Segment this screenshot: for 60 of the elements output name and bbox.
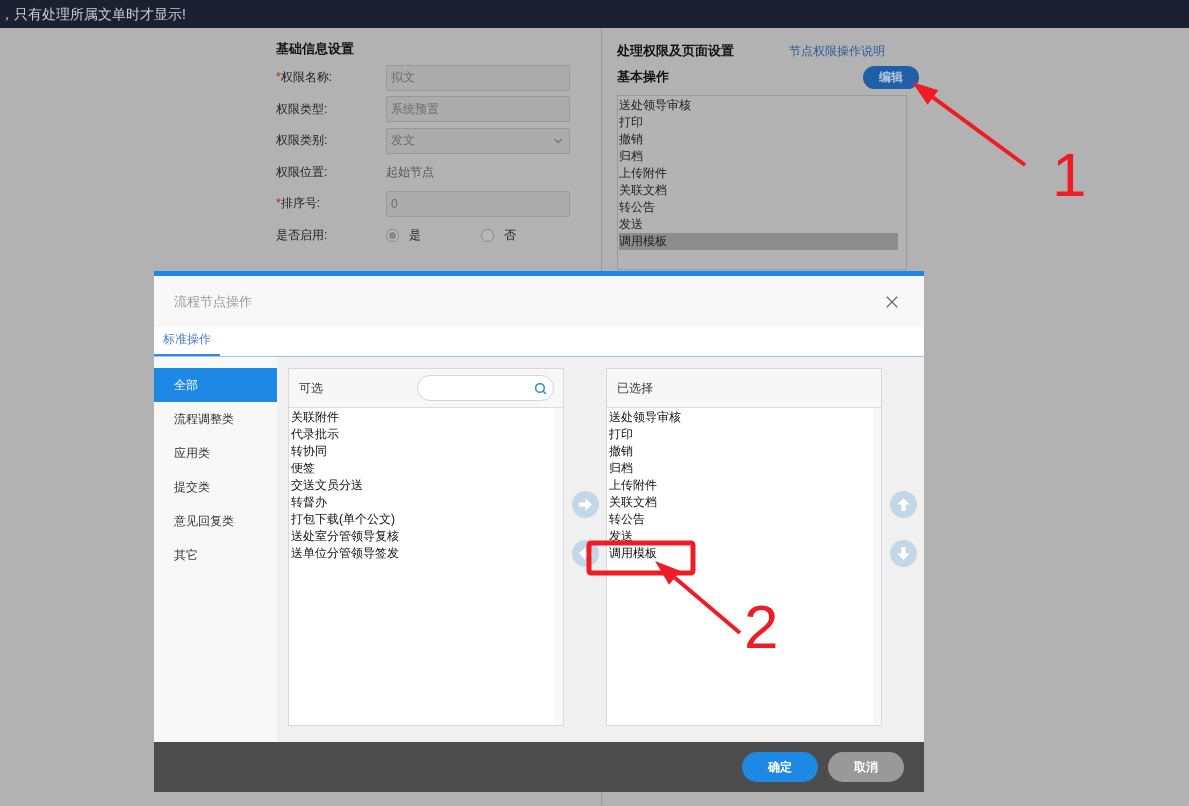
category-item[interactable]: 全部: [154, 368, 277, 402]
list-item[interactable]: 打印: [619, 114, 898, 131]
section-heading: 基础信息设置: [276, 40, 355, 58]
panel-title: 已选择: [617, 379, 653, 397]
list-item[interactable]: 送单位分管领导签发: [289, 545, 555, 562]
annotation-number: 1: [1052, 140, 1087, 209]
field-label: 权限位置:: [276, 163, 329, 181]
list-item[interactable]: 转公告: [607, 511, 873, 528]
radio-option[interactable]: 否: [481, 226, 516, 244]
search-icon: [534, 381, 547, 395]
radio-option[interactable]: 是: [386, 226, 421, 244]
category-item[interactable]: 提交类: [154, 470, 277, 504]
search-field[interactable]: [417, 375, 554, 401]
list-item[interactable]: 代录批示: [289, 426, 555, 443]
dialog-title: 流程节点操作: [174, 292, 252, 311]
category-item[interactable]: 流程调整类: [154, 402, 277, 436]
arrow-up-icon: [894, 496, 912, 513]
arrow-right-icon: [576, 496, 594, 513]
category-item[interactable]: 应用类: [154, 436, 277, 470]
list-item[interactable]: 归档: [607, 460, 873, 477]
field-label: 是否启用:: [276, 226, 329, 244]
list-item[interactable]: 便签: [289, 460, 555, 477]
list-item[interactable]: 关联文档: [607, 494, 873, 511]
list-item[interactable]: 转协同: [289, 443, 555, 460]
field-label: 权限类型:: [276, 100, 329, 118]
list-item[interactable]: 发送: [607, 528, 873, 545]
list-item[interactable]: 交送文员分送: [289, 477, 555, 494]
move-up-button[interactable]: [889, 491, 917, 518]
section-heading: 基本操作: [617, 68, 669, 86]
list-item[interactable]: 发送: [619, 216, 898, 233]
list-item[interactable]: 打包下载(单个公文): [289, 511, 555, 528]
category-item[interactable]: 意见回复类: [154, 504, 277, 538]
section-heading: 处理权限及页面设置: [617, 42, 734, 60]
list-item[interactable]: 送处领导审核: [607, 409, 873, 426]
category-item[interactable]: 其它: [154, 538, 277, 572]
move-right-button[interactable]: [571, 491, 599, 518]
list-item[interactable]: 上传附件: [607, 477, 873, 494]
field-label: 权限类别:: [276, 132, 329, 150]
list-item[interactable]: 撤销: [607, 443, 873, 460]
notice-text: ，只有处理所属文单时才显示!: [0, 6, 186, 22]
list-item[interactable]: 归档: [619, 148, 898, 165]
list-item[interactable]: 转督办: [289, 494, 555, 511]
field-value: 起始节点: [386, 163, 435, 181]
annotation-number: 2: [744, 592, 779, 661]
field-label: *权限名称:: [276, 69, 333, 87]
field-label: *排序号:: [276, 195, 321, 213]
panel-title: 可选: [299, 379, 323, 397]
move-down-button[interactable]: [889, 540, 917, 567]
confirm-button[interactable]: 确定: [742, 752, 818, 782]
list-item[interactable]: 上传附件: [619, 165, 898, 182]
list-item[interactable]: 调用模板: [607, 545, 873, 562]
list-item[interactable]: 送处室分管领导复核: [289, 528, 555, 545]
list-item[interactable]: 调用模板: [619, 233, 898, 250]
list-item[interactable]: 关联文档: [619, 182, 898, 199]
list-item[interactable]: 关联附件: [289, 409, 555, 426]
list-item[interactable]: 撤销: [619, 131, 898, 148]
edit-button[interactable]: 编辑: [863, 65, 919, 89]
list-item[interactable]: 送处领导审核: [619, 97, 898, 114]
list-item[interactable]: 转公告: [619, 199, 898, 216]
list-item[interactable]: 打印: [607, 426, 873, 443]
